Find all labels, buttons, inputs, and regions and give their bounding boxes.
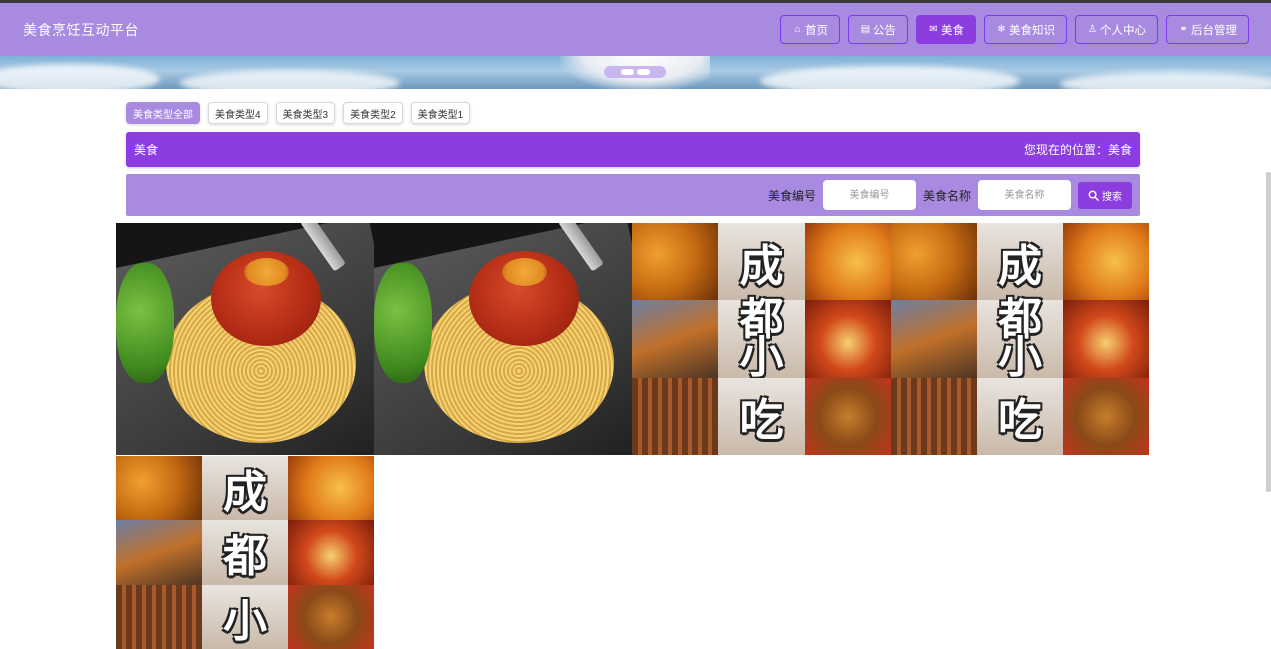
link-icon: ⚭ bbox=[1179, 24, 1188, 35]
search-button-label: 搜索 bbox=[1102, 191, 1122, 203]
snack-tile bbox=[288, 584, 374, 649]
breadcrumb: 您现在的位置： 美食 bbox=[1024, 141, 1132, 158]
food-code-label: 美食编号 bbox=[767, 188, 816, 203]
collage-text-tile: 吃 bbox=[977, 377, 1063, 455]
tab-category-4[interactable]: 美食类型4 bbox=[208, 102, 268, 124]
snack-tile bbox=[288, 520, 374, 585]
banner-cloud bbox=[1060, 72, 1271, 89]
snack-tile bbox=[116, 456, 202, 521]
nav-food-knowledge-label: 美食知识 bbox=[1009, 24, 1055, 37]
search-icon bbox=[1088, 190, 1099, 201]
user-icon: ♙ bbox=[1088, 24, 1097, 35]
food-card[interactable]: 成 都 小 bbox=[116, 456, 374, 649]
collage-text-tile: 成 bbox=[977, 223, 1063, 301]
banner-cloud bbox=[0, 64, 160, 89]
snack-tile bbox=[116, 584, 202, 649]
search-button[interactable]: 搜索 bbox=[1078, 181, 1132, 209]
collage-char: 小 bbox=[998, 331, 1042, 383]
nav-personal-center[interactable]: ♙ 个人中心 bbox=[1075, 15, 1158, 44]
search-bar: 美食编号 美食名称 搜索 bbox=[126, 174, 1140, 216]
tab-category-2[interactable]: 美食类型2 bbox=[343, 102, 403, 124]
nav-announcements[interactable]: ▤ 公告 bbox=[848, 15, 908, 44]
nav-home[interactable]: ⌂ 首页 bbox=[780, 15, 840, 44]
snack-tile bbox=[1063, 223, 1149, 301]
notice-icon: ▤ bbox=[860, 24, 871, 35]
cheese-shape bbox=[502, 258, 547, 286]
breadcrumb-current[interactable]: 美食 bbox=[1108, 141, 1132, 158]
tab-category-all[interactable]: 美食类型全部 bbox=[126, 102, 200, 124]
snack-tile bbox=[288, 456, 374, 521]
tab-category-3[interactable]: 美食类型3 bbox=[275, 102, 336, 124]
nav-home-label: 首页 bbox=[805, 24, 828, 37]
snack-tile bbox=[632, 300, 719, 378]
snack-tile bbox=[891, 300, 977, 378]
food-card[interactable] bbox=[116, 223, 374, 455]
category-tabs: 美食类型全部 美食类型4 美食类型3 美食类型2 美食类型1 bbox=[126, 102, 471, 124]
nav-admin[interactable]: ⚭ 后台管理 bbox=[1166, 15, 1249, 44]
snack-tile bbox=[891, 223, 977, 301]
cheese-shape bbox=[244, 258, 289, 286]
snack-tile bbox=[891, 377, 977, 455]
page-title: 美食 bbox=[134, 143, 159, 157]
carousel-dot[interactable] bbox=[620, 69, 634, 75]
nav-food-knowledge[interactable]: ❄ 美食知识 bbox=[984, 15, 1067, 44]
collage-text-tile: 都 小 bbox=[718, 297, 805, 383]
herb-shape bbox=[374, 263, 432, 383]
herb-shape bbox=[116, 263, 174, 383]
breadcrumb-prefix: 您现在的位置： bbox=[1023, 143, 1108, 157]
food-card[interactable] bbox=[374, 223, 632, 455]
nav-food-label: 美食 bbox=[941, 24, 964, 37]
food-card[interactable]: 成 都 小 吃 bbox=[891, 223, 1149, 455]
snack-tile bbox=[804, 223, 891, 301]
collage-text-tile: 都 bbox=[202, 520, 288, 585]
home-icon: ⌂ bbox=[794, 24, 801, 35]
collage-char: 小 bbox=[739, 331, 784, 383]
collage-text-tile: 小 bbox=[202, 584, 288, 649]
nav-food[interactable]: ✉ 美食 bbox=[916, 15, 976, 44]
nav-menu: ⌂ 首页 ▤ 公告 ✉ 美食 ❄ 美食知识 ♙ 个人中心 ⚭ 后台管理 bbox=[780, 15, 1249, 44]
site-brand[interactable]: 美食烹饪互动平台 bbox=[23, 20, 139, 40]
snack-tile bbox=[1063, 300, 1149, 378]
snack-tile bbox=[804, 300, 891, 378]
snack-tile bbox=[804, 377, 891, 455]
banner-cloud bbox=[760, 66, 1020, 89]
location-bar: 美食 您现在的位置： 美食 bbox=[126, 132, 1140, 167]
food-name-label: 美食名称 bbox=[922, 188, 971, 203]
nav-announcements-label: 公告 bbox=[873, 24, 896, 37]
snowflake-icon: ❄ bbox=[997, 24, 1006, 35]
snack-tile bbox=[632, 223, 719, 301]
mail-icon: ✉ bbox=[929, 24, 938, 35]
nav-personal-center-label: 个人中心 bbox=[1100, 24, 1146, 37]
collage-text-tile: 都 小 bbox=[977, 297, 1063, 383]
snack-tile bbox=[1063, 377, 1149, 455]
collage-text-tile: 成 bbox=[202, 456, 288, 521]
food-name-input[interactable] bbox=[978, 180, 1071, 210]
collage-text-tile: 吃 bbox=[718, 377, 805, 455]
collage-text-tile: 成 bbox=[718, 223, 805, 301]
page-scrollbar[interactable] bbox=[1266, 172, 1271, 492]
carousel-indicators bbox=[604, 66, 666, 78]
nav-admin-label: 后台管理 bbox=[1191, 24, 1237, 37]
food-card[interactable]: 成 都 小 吃 bbox=[632, 223, 891, 455]
banner-cloud bbox=[180, 70, 400, 89]
snack-tile bbox=[116, 520, 202, 585]
tab-category-1[interactable]: 美食类型1 bbox=[410, 102, 471, 124]
food-code-input[interactable] bbox=[822, 180, 916, 210]
top-navbar: 美食烹饪互动平台 ⌂ 首页 ▤ 公告 ✉ 美食 ❄ 美食知识 ♙ 个人中心 ⚭ … bbox=[0, 3, 1271, 56]
carousel-dot[interactable] bbox=[636, 69, 650, 75]
snack-tile bbox=[632, 377, 719, 455]
